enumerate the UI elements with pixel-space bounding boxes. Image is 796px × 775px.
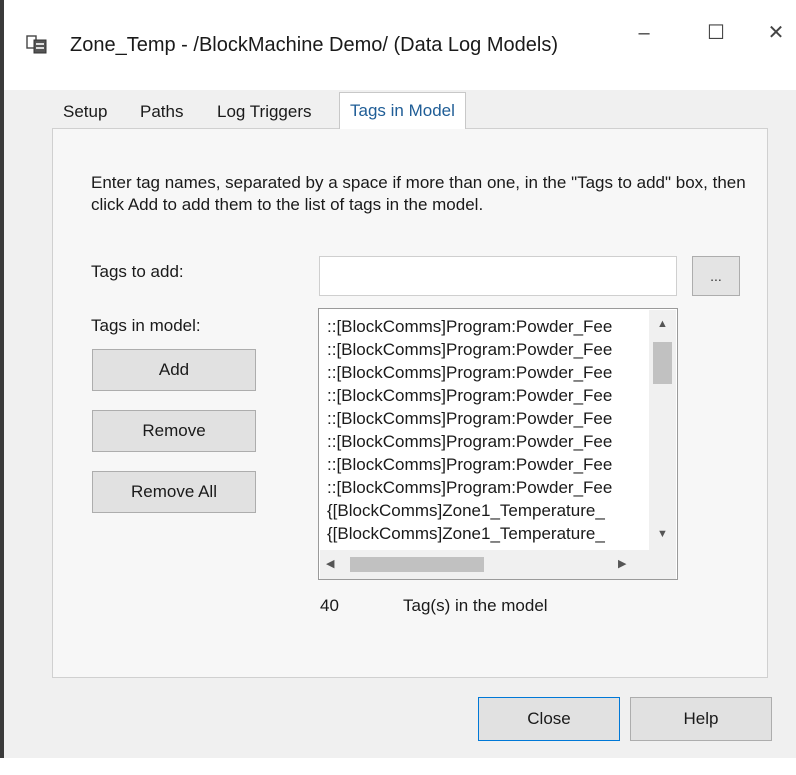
data-log-model-icon <box>26 33 48 55</box>
horizontal-scroll-thumb[interactable] <box>350 557 484 572</box>
scroll-up-arrow-icon[interactable]: ▲ <box>649 314 676 334</box>
tag-count-label: Tag(s) in the model <box>403 596 548 615</box>
tab-tags-in-model[interactable]: Tags in Model <box>339 92 466 129</box>
title-bar: Zone_Temp - /BlockMachine Demo/ (Data Lo… <box>4 0 796 90</box>
window-bottom-edge <box>0 758 796 775</box>
maximize-button[interactable]: ☐ <box>694 18 738 48</box>
tags-in-model-list[interactable]: ::[BlockComms]Program:Powder_Fee ::[Bloc… <box>318 308 678 580</box>
tab-setup[interactable]: Setup <box>63 96 107 128</box>
tab-paths[interactable]: Paths <box>140 96 183 128</box>
scrollbar-corner <box>649 550 676 579</box>
remove-all-button[interactable]: Remove All <box>92 471 256 513</box>
list-item[interactable]: ::[BlockComms]Program:Powder_Fee <box>327 453 647 477</box>
list-item[interactable]: {[BlockComms]Zone1_Temperature_ <box>327 499 647 523</box>
remove-button[interactable]: Remove <box>92 410 256 452</box>
tab-log-triggers[interactable]: Log Triggers <box>217 96 312 128</box>
list-item[interactable]: ::[BlockComms]Program:Powder_Fee <box>327 315 647 339</box>
minimize-button[interactable]: – <box>622 18 666 48</box>
help-button[interactable]: Help <box>630 697 772 741</box>
window-title: Zone_Temp - /BlockMachine Demo/ (Data Lo… <box>70 34 558 56</box>
browse-tags-button[interactable]: ... <box>692 256 740 296</box>
tags-to-add-label: Tags to add: <box>91 262 184 281</box>
close-window-button[interactable]: ✕ <box>754 18 796 48</box>
add-button[interactable]: Add <box>92 349 256 391</box>
vertical-scrollbar[interactable]: ▲ ▼ <box>649 310 676 550</box>
list-item[interactable]: ::[BlockComms]Program:Powder_Fee <box>327 430 647 454</box>
scroll-right-arrow-icon[interactable]: ▶ <box>618 554 638 574</box>
list-item[interactable]: ::[BlockComms]Program:Powder_Fee <box>327 384 647 408</box>
list-item[interactable]: ::[BlockComms]Program:Powder_Fee <box>327 407 647 431</box>
data-log-model-dialog: Zone_Temp - /BlockMachine Demo/ (Data Lo… <box>0 0 796 775</box>
tag-count-value: 40 <box>320 596 339 615</box>
list-item[interactable]: {[BlockComms]Zone1_Temperature_ <box>327 522 647 546</box>
scroll-down-arrow-icon[interactable]: ▼ <box>649 524 676 544</box>
tags-to-add-input[interactable] <box>319 256 677 296</box>
close-button[interactable]: Close <box>478 697 620 741</box>
scroll-left-arrow-icon[interactable]: ◀ <box>326 554 346 574</box>
window-left-edge <box>0 0 4 760</box>
instructions-text: Enter tag names, separated by a space if… <box>91 173 746 214</box>
list-item[interactable]: ::[BlockComms]Program:Powder_Fee <box>327 476 647 500</box>
list-item[interactable]: ::[BlockComms]Program:Powder_Fee <box>327 361 647 385</box>
horizontal-scrollbar[interactable]: ◀ ▶ <box>320 550 649 579</box>
vertical-scroll-thumb[interactable] <box>653 342 672 384</box>
list-item[interactable]: ::[BlockComms]Program:Powder_Fee <box>327 338 647 362</box>
tags-in-model-label: Tags in model: <box>91 316 201 335</box>
